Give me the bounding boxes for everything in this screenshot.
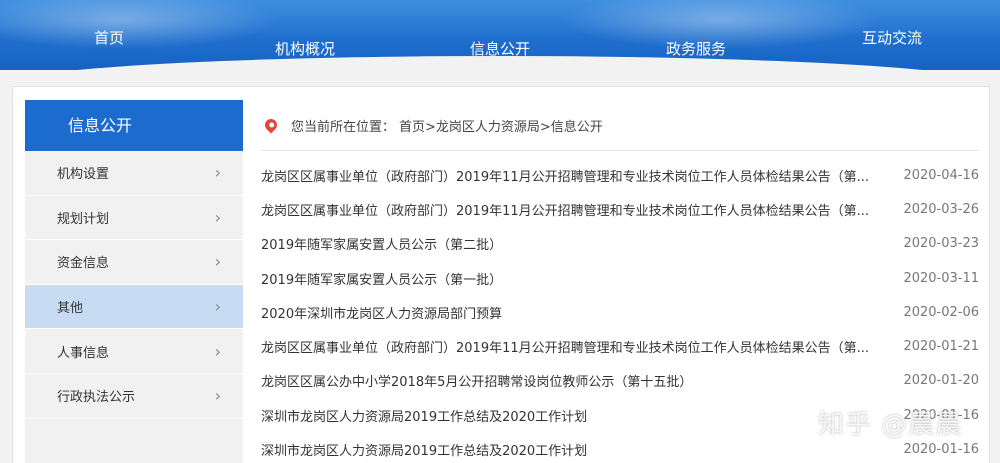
sidebar-item-label: 其他 — [57, 301, 84, 317]
chevron-right-icon: › — [214, 252, 221, 272]
list-item-date: 2020-02-06 — [903, 304, 979, 320]
list-item-date: 2020-03-23 — [903, 236, 979, 252]
nav-item-overview[interactable]: 机构概况 — [275, 38, 335, 59]
sidebar-item-other[interactable]: 其他 › — [25, 284, 243, 330]
watermark: 知乎 @晨晨 — [818, 410, 963, 440]
nav-item-home[interactable]: 首页 — [94, 27, 124, 48]
sidebar-item-label: 行政执法公示 — [57, 390, 136, 406]
list-item-date: 2020-01-20 — [903, 373, 979, 389]
list-item-date: 2020-04-16 — [903, 167, 979, 183]
chevron-right-icon: › — [214, 207, 221, 227]
chevron-right-icon: › — [214, 297, 221, 317]
sidebar-title: 信息公开 — [25, 100, 243, 151]
list-item-date: 2020-03-26 — [903, 201, 979, 217]
sidebar: 信息公开 机构设置 › 规划计划 › 资金信息 › 其他 › 人事信息 › 行政… — [25, 100, 243, 463]
list-item: 2020年深圳市龙岗区人力资源局部门预算 2020-02-06 — [261, 295, 979, 329]
sidebar-fill — [25, 418, 243, 463]
list-item: 龙岗区区属事业单位（政府部门）2019年11月公开招聘管理和专业技术岗位工作人员… — [261, 329, 979, 363]
nav-item-services[interactable]: 政务服务 — [666, 38, 726, 59]
chevron-right-icon: › — [214, 163, 221, 183]
list-item-title[interactable]: 龙岗区区属公办中小学2018年5月公开招聘常设岗位教师公示（第十五批） — [261, 371, 692, 390]
breadcrumb-label: 您当前所在位置： — [291, 119, 396, 135]
chevron-right-icon: › — [214, 386, 221, 406]
breadcrumb: 您当前所在位置： 首页>龙岗区人力资源局>信息公开 — [261, 100, 979, 151]
list-item-title[interactable]: 2020年深圳市龙岗区人力资源局部门预算 — [261, 303, 502, 322]
nav-item-interaction[interactable]: 互动交流 — [862, 27, 922, 48]
top-nav: 首页 机构概况 信息公开 政务服务 互动交流 — [0, 0, 1000, 70]
sidebar-item-funds[interactable]: 资金信息 › — [25, 240, 243, 285]
list-item: 龙岗区区属公办中小学2018年5月公开招聘常设岗位教师公示（第十五批） 2020… — [261, 364, 979, 398]
list-item-title[interactable]: 龙岗区区属事业单位（政府部门）2019年11月公开招聘管理和专业技术岗位工作人员… — [261, 337, 869, 356]
nav-item-info[interactable]: 信息公开 — [470, 38, 530, 59]
sidebar-item-label: 资金信息 — [57, 256, 110, 272]
list-item-date: 2020-03-11 — [903, 270, 979, 286]
sidebar-item-enforcement[interactable]: 行政执法公示 › — [25, 373, 243, 419]
sidebar-item-personnel[interactable]: 人事信息 › — [25, 329, 243, 374]
chevron-right-icon: › — [214, 341, 221, 361]
list-item: 2019年随军家属安置人员公示（第一批） 2020-03-11 — [261, 261, 979, 295]
list-item-date: 2020-01-16 — [903, 442, 979, 458]
list-item-title[interactable]: 2019年随军家属安置人员公示（第一批） — [261, 269, 502, 288]
breadcrumb-path[interactable]: 首页>龙岗区人力资源局>信息公开 — [399, 116, 603, 135]
list-item-title[interactable]: 2019年随军家属安置人员公示（第二批） — [261, 234, 502, 253]
list-item-title[interactable]: 深圳市龙岗区人力资源局2019工作总结及2020工作计划 — [261, 440, 587, 459]
location-pin-icon — [262, 116, 280, 134]
list-item: 龙岗区区属事业单位（政府部门）2019年11月公开招聘管理和专业技术岗位工作人员… — [261, 158, 979, 192]
sidebar-item-label: 人事信息 — [57, 345, 110, 361]
sidebar-item-label: 机构设置 — [57, 167, 110, 183]
banner-art — [0, 0, 280, 50]
list-item: 2019年随军家属安置人员公示（第二批） 2020-03-23 — [261, 227, 979, 261]
sidebar-item-label: 规划计划 — [57, 211, 110, 227]
list-item: 龙岗区区属事业单位（政府部门）2019年11月公开招聘管理和专业技术岗位工作人员… — [261, 192, 979, 226]
list-item-date: 2020-01-21 — [903, 339, 979, 355]
sidebar-item-org[interactable]: 机构设置 › — [25, 151, 243, 196]
list-item-title[interactable]: 深圳市龙岗区人力资源局2019工作总结及2020工作计划 — [261, 406, 587, 425]
sidebar-item-plan[interactable]: 规划计划 › — [25, 195, 243, 241]
list-item-title[interactable]: 龙岗区区属事业单位（政府部门）2019年11月公开招聘管理和专业技术岗位工作人员… — [261, 166, 869, 185]
list-item-title[interactable]: 龙岗区区属事业单位（政府部门）2019年11月公开招聘管理和专业技术岗位工作人员… — [261, 200, 869, 219]
